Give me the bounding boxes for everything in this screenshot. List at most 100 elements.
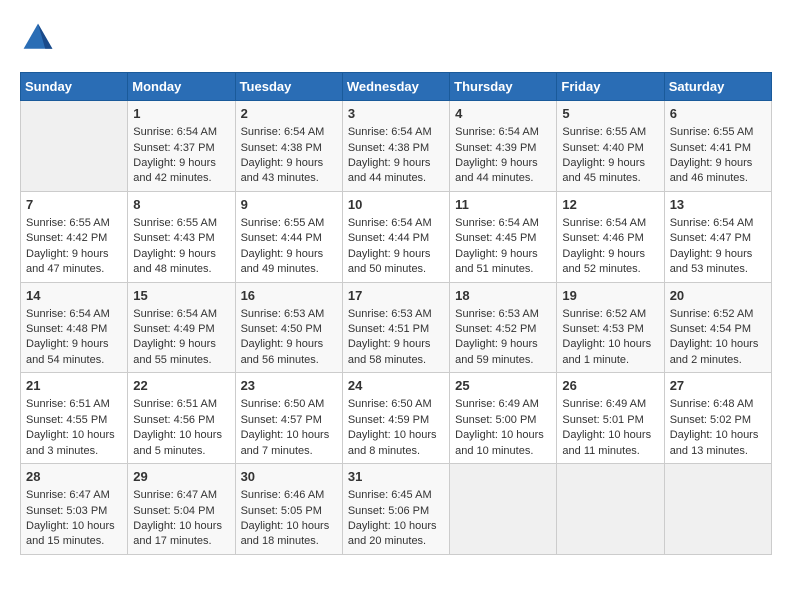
day-info: Sunset: 4:40 PM: [562, 141, 658, 156]
day-info: Daylight: 9 hours: [348, 156, 444, 171]
calendar-cell: 7Sunrise: 6:55 AMSunset: 4:42 PMDaylight…: [21, 191, 128, 282]
day-info: Sunset: 4:53 PM: [562, 322, 658, 337]
calendar-cell: 24Sunrise: 6:50 AMSunset: 4:59 PMDayligh…: [342, 373, 449, 464]
day-info: Daylight: 10 hours: [670, 337, 766, 352]
day-number: 12: [562, 196, 658, 214]
calendar-cell: 19Sunrise: 6:52 AMSunset: 4:53 PMDayligh…: [557, 282, 664, 373]
day-header-wednesday: Wednesday: [342, 73, 449, 101]
day-number: 25: [455, 377, 551, 395]
day-info: Sunrise: 6:55 AM: [562, 125, 658, 140]
day-number: 19: [562, 287, 658, 305]
calendar-cell: 3Sunrise: 6:54 AMSunset: 4:38 PMDaylight…: [342, 101, 449, 192]
day-header-thursday: Thursday: [450, 73, 557, 101]
day-info: Sunset: 4:47 PM: [670, 231, 766, 246]
calendar-cell: [21, 101, 128, 192]
day-info: Daylight: 10 hours: [562, 337, 658, 352]
calendar-cell: 13Sunrise: 6:54 AMSunset: 4:47 PMDayligh…: [664, 191, 771, 282]
logo: [20, 20, 60, 56]
calendar-cell: 14Sunrise: 6:54 AMSunset: 4:48 PMDayligh…: [21, 282, 128, 373]
day-number: 10: [348, 196, 444, 214]
day-info: Sunset: 5:01 PM: [562, 413, 658, 428]
day-info: Sunrise: 6:54 AM: [562, 216, 658, 231]
calendar-cell: 28Sunrise: 6:47 AMSunset: 5:03 PMDayligh…: [21, 464, 128, 555]
day-number: 31: [348, 468, 444, 486]
day-info: Sunrise: 6:50 AM: [348, 397, 444, 412]
day-info: Sunset: 4:56 PM: [133, 413, 229, 428]
day-info: Sunrise: 6:54 AM: [670, 216, 766, 231]
day-number: 8: [133, 196, 229, 214]
logo-icon: [20, 20, 56, 56]
day-info: Sunset: 4:46 PM: [562, 231, 658, 246]
calendar-cell: 5Sunrise: 6:55 AMSunset: 4:40 PMDaylight…: [557, 101, 664, 192]
calendar-cell: 15Sunrise: 6:54 AMSunset: 4:49 PMDayligh…: [128, 282, 235, 373]
day-info: Sunrise: 6:53 AM: [455, 307, 551, 322]
day-number: 4: [455, 105, 551, 123]
calendar-cell: 11Sunrise: 6:54 AMSunset: 4:45 PMDayligh…: [450, 191, 557, 282]
day-info: Sunrise: 6:55 AM: [241, 216, 337, 231]
day-info: Sunrise: 6:48 AM: [670, 397, 766, 412]
day-info: Sunrise: 6:54 AM: [241, 125, 337, 140]
day-info: Sunrise: 6:53 AM: [241, 307, 337, 322]
day-info: Daylight: 9 hours: [26, 247, 122, 262]
day-info: Daylight: 10 hours: [241, 428, 337, 443]
day-info: and 46 minutes.: [670, 171, 766, 186]
day-info: Daylight: 9 hours: [455, 156, 551, 171]
day-info: and 5 minutes.: [133, 444, 229, 459]
day-number: 21: [26, 377, 122, 395]
day-info: Daylight: 9 hours: [133, 156, 229, 171]
day-number: 2: [241, 105, 337, 123]
day-number: 29: [133, 468, 229, 486]
day-info: Sunrise: 6:55 AM: [670, 125, 766, 140]
calendar-cell: 20Sunrise: 6:52 AMSunset: 4:54 PMDayligh…: [664, 282, 771, 373]
day-number: 20: [670, 287, 766, 305]
calendar-cell: 2Sunrise: 6:54 AMSunset: 4:38 PMDaylight…: [235, 101, 342, 192]
calendar-cell: 27Sunrise: 6:48 AMSunset: 5:02 PMDayligh…: [664, 373, 771, 464]
day-info: and 58 minutes.: [348, 353, 444, 368]
day-info: and 49 minutes.: [241, 262, 337, 277]
day-info: Sunset: 5:05 PM: [241, 504, 337, 519]
day-info: Sunrise: 6:54 AM: [455, 125, 551, 140]
day-number: 1: [133, 105, 229, 123]
header-row: SundayMondayTuesdayWednesdayThursdayFrid…: [21, 73, 772, 101]
day-info: and 42 minutes.: [133, 171, 229, 186]
day-info: Daylight: 9 hours: [348, 247, 444, 262]
day-info: Sunset: 4:57 PM: [241, 413, 337, 428]
day-info: Sunset: 4:49 PM: [133, 322, 229, 337]
day-info: and 8 minutes.: [348, 444, 444, 459]
day-info: Sunset: 4:48 PM: [26, 322, 122, 337]
calendar-cell: 4Sunrise: 6:54 AMSunset: 4:39 PMDaylight…: [450, 101, 557, 192]
day-info: Daylight: 9 hours: [241, 247, 337, 262]
day-info: Sunrise: 6:49 AM: [562, 397, 658, 412]
calendar-cell: 18Sunrise: 6:53 AMSunset: 4:52 PMDayligh…: [450, 282, 557, 373]
day-info: Sunrise: 6:54 AM: [348, 125, 444, 140]
calendar-cell: 29Sunrise: 6:47 AMSunset: 5:04 PMDayligh…: [128, 464, 235, 555]
day-number: 17: [348, 287, 444, 305]
day-info: Daylight: 9 hours: [26, 337, 122, 352]
day-header-sunday: Sunday: [21, 73, 128, 101]
day-info: Sunset: 5:03 PM: [26, 504, 122, 519]
calendar-header: SundayMondayTuesdayWednesdayThursdayFrid…: [21, 73, 772, 101]
day-info: Sunrise: 6:54 AM: [133, 307, 229, 322]
day-info: Sunset: 5:02 PM: [670, 413, 766, 428]
day-info: and 54 minutes.: [26, 353, 122, 368]
day-info: Sunrise: 6:52 AM: [670, 307, 766, 322]
day-info: and 43 minutes.: [241, 171, 337, 186]
calendar-cell: 25Sunrise: 6:49 AMSunset: 5:00 PMDayligh…: [450, 373, 557, 464]
day-number: 27: [670, 377, 766, 395]
day-info: and 59 minutes.: [455, 353, 551, 368]
day-number: 30: [241, 468, 337, 486]
day-info: Sunset: 4:37 PM: [133, 141, 229, 156]
calendar-cell: 23Sunrise: 6:50 AMSunset: 4:57 PMDayligh…: [235, 373, 342, 464]
day-header-monday: Monday: [128, 73, 235, 101]
calendar-cell: [450, 464, 557, 555]
calendar-cell: 16Sunrise: 6:53 AMSunset: 4:50 PMDayligh…: [235, 282, 342, 373]
day-info: and 53 minutes.: [670, 262, 766, 277]
day-info: Sunset: 4:38 PM: [348, 141, 444, 156]
calendar-cell: 26Sunrise: 6:49 AMSunset: 5:01 PMDayligh…: [557, 373, 664, 464]
calendar-cell: 30Sunrise: 6:46 AMSunset: 5:05 PMDayligh…: [235, 464, 342, 555]
day-info: Daylight: 10 hours: [455, 428, 551, 443]
calendar-cell: 1Sunrise: 6:54 AMSunset: 4:37 PMDaylight…: [128, 101, 235, 192]
day-info: Sunrise: 6:47 AM: [26, 488, 122, 503]
day-number: 18: [455, 287, 551, 305]
day-number: 14: [26, 287, 122, 305]
